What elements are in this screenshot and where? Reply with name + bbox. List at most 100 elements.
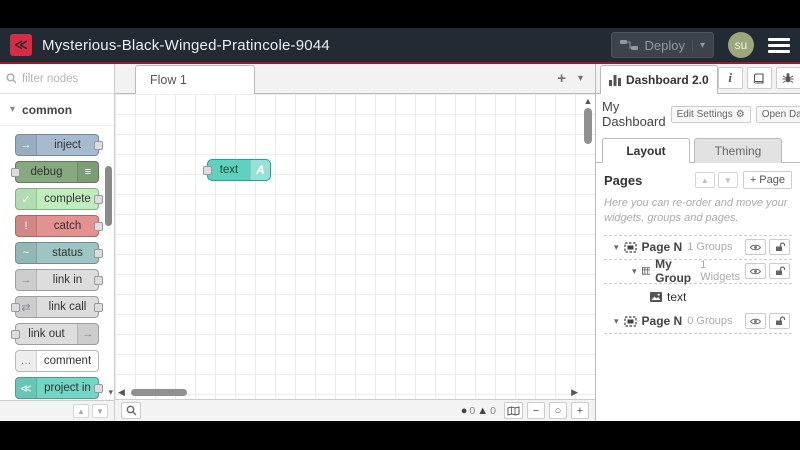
add-flow-button[interactable]: +: [557, 70, 566, 87]
info-button[interactable]: i: [717, 67, 743, 89]
tab-layout[interactable]: Layout: [602, 138, 690, 163]
map-icon: [507, 405, 520, 416]
palette-scroll-down-icon[interactable]: ▾: [108, 387, 113, 398]
horizontal-scrollbar-thumb[interactable]: [131, 389, 187, 396]
tab-flow-1[interactable]: Flow 1: [135, 65, 255, 94]
lock-button[interactable]: [769, 313, 790, 330]
palette-category-common[interactable]: ▾ common: [0, 94, 114, 126]
palette-node-debug[interactable]: ≡ debug: [11, 161, 99, 183]
inject-icon: →: [16, 135, 37, 155]
eye-icon: [750, 244, 761, 251]
letterbox-bottom: [0, 421, 800, 450]
palette-node-link-out[interactable]: → link out: [11, 323, 99, 345]
output-port[interactable]: [94, 384, 103, 393]
palette-node-inject[interactable]: → inject: [15, 134, 103, 156]
scroll-left-icon[interactable]: ◀: [118, 387, 125, 398]
tree-row-widget-text[interactable]: text: [604, 284, 792, 310]
palette-collapse-all-button[interactable]: ▲: [73, 404, 89, 418]
flow-list-caret-icon[interactable]: ▾: [578, 73, 583, 84]
scroll-up-icon[interactable]: ▲: [581, 96, 595, 106]
help-button[interactable]: [746, 67, 772, 89]
main-menu-icon[interactable]: [768, 37, 790, 53]
lock-button[interactable]: [769, 239, 790, 256]
output-port[interactable]: [94, 141, 103, 150]
palette-node-link-call[interactable]: ⇄ link call: [11, 296, 103, 318]
flow-node-text[interactable]: text A: [203, 159, 271, 181]
search-icon: [6, 73, 17, 84]
eye-icon: [750, 268, 761, 275]
debug-button[interactable]: [775, 67, 800, 89]
project-in-icon: ≪: [16, 378, 37, 398]
pages-heading: Pages: [604, 172, 643, 188]
deploy-button[interactable]: Deploy ▾: [610, 32, 714, 58]
gear-icon: ⚙: [735, 108, 745, 120]
scroll-right-icon[interactable]: ▶: [571, 387, 578, 398]
input-port[interactable]: [11, 168, 20, 177]
chevron-down-icon[interactable]: ▾: [632, 266, 637, 277]
dashboard-subtabs: Layout Theming: [596, 134, 800, 163]
zoom-out-button[interactable]: −: [527, 402, 545, 419]
vertical-scrollbar[interactable]: ▲: [581, 94, 595, 387]
tree-row-page-2[interactable]: ▾ Page N 0 Groups: [604, 310, 792, 334]
pages-help-text: Here you can re-order and move your widg…: [604, 197, 788, 225]
output-port[interactable]: [94, 276, 103, 285]
layout-tree: ▾ Page N 1 Groups ▾ My Group 1 Widgets t…: [604, 234, 792, 334]
tab-theming[interactable]: Theming: [694, 138, 782, 163]
navigator-button[interactable]: [504, 402, 523, 419]
palette-node-comment[interactable]: … comment: [15, 350, 99, 372]
comment-icon: …: [16, 351, 37, 371]
output-port[interactable]: [94, 249, 103, 258]
move-page-up-button[interactable]: ▲: [694, 172, 715, 188]
horizontal-scrollbar[interactable]: ◀ ▶: [115, 387, 581, 399]
warning-icon: ▲: [477, 404, 489, 417]
output-port[interactable]: [94, 222, 103, 231]
edit-settings-button[interactable]: Edit Settings ⚙: [670, 105, 751, 123]
tab-dashboard-2[interactable]: Dashboard 2.0: [600, 65, 718, 94]
visibility-button[interactable]: [745, 239, 766, 256]
sidebar-tab-label: Dashboard 2.0: [626, 73, 709, 87]
palette-node-link-in[interactable]: → link in: [15, 269, 103, 291]
input-port[interactable]: [11, 303, 20, 312]
output-port[interactable]: [94, 195, 103, 204]
tree-row-page-1[interactable]: ▾ Page N 1 Groups: [604, 236, 792, 260]
zoom-in-button[interactable]: +: [571, 402, 589, 419]
error-icon: ●: [460, 404, 468, 417]
move-page-down-button[interactable]: ▼: [717, 172, 738, 188]
palette-node-catch[interactable]: ! catch: [15, 215, 103, 237]
deploy-nodes-icon: [619, 39, 638, 51]
palette-search[interactable]: [0, 64, 114, 94]
flow-workspace[interactable]: text A ▲ ◀ ▶: [115, 94, 595, 399]
letterbox-top: [0, 0, 800, 28]
zoom-reset-button[interactable]: ○: [549, 402, 567, 419]
unlock-icon: [775, 266, 785, 276]
search-flows-button[interactable]: [121, 402, 141, 419]
add-page-button[interactable]: + Page: [742, 171, 792, 189]
group-table-icon: [641, 267, 651, 275]
palette-node-complete[interactable]: ✓ complete: [15, 188, 103, 210]
bug-icon: [782, 73, 794, 83]
status-icon: ~: [16, 243, 37, 263]
book-icon: [753, 72, 764, 84]
input-port[interactable]: [11, 330, 20, 339]
link-out-icon: →: [77, 324, 98, 344]
vertical-scrollbar-thumb[interactable]: [584, 108, 592, 144]
palette-node-project-in[interactable]: ≪ project in: [15, 377, 103, 399]
chevron-down-icon[interactable]: ▾: [614, 242, 619, 253]
filter-nodes-input[interactable]: [22, 72, 102, 85]
visibility-button[interactable]: [745, 263, 766, 280]
right-sidebar: Dashboard 2.0 i ⚙ ▾ My Dashboard: [595, 64, 800, 421]
deploy-caret-icon[interactable]: ▾: [691, 39, 705, 51]
lock-button[interactable]: [769, 263, 790, 280]
palette-category-label: common: [22, 102, 73, 117]
palette-expand-all-button[interactable]: ▼: [92, 404, 108, 418]
user-avatar[interactable]: su: [728, 32, 754, 58]
notification-counts[interactable]: ● 0 ▲ 0: [461, 405, 496, 417]
open-dashboard-button[interactable]: Open Dashboard ↗: [755, 105, 800, 123]
chevron-down-icon[interactable]: ▾: [614, 316, 619, 327]
palette-scrollbar-thumb[interactable]: [105, 166, 112, 226]
palette-node-status[interactable]: ~ status: [15, 242, 103, 264]
output-port[interactable]: [94, 303, 103, 312]
tree-row-my-group[interactable]: ▾ My Group 1 Widgets: [604, 257, 792, 285]
visibility-button[interactable]: [745, 313, 766, 330]
app-window: ≪ Mysterious-Black-Winged-Pratincole-904…: [0, 0, 800, 450]
